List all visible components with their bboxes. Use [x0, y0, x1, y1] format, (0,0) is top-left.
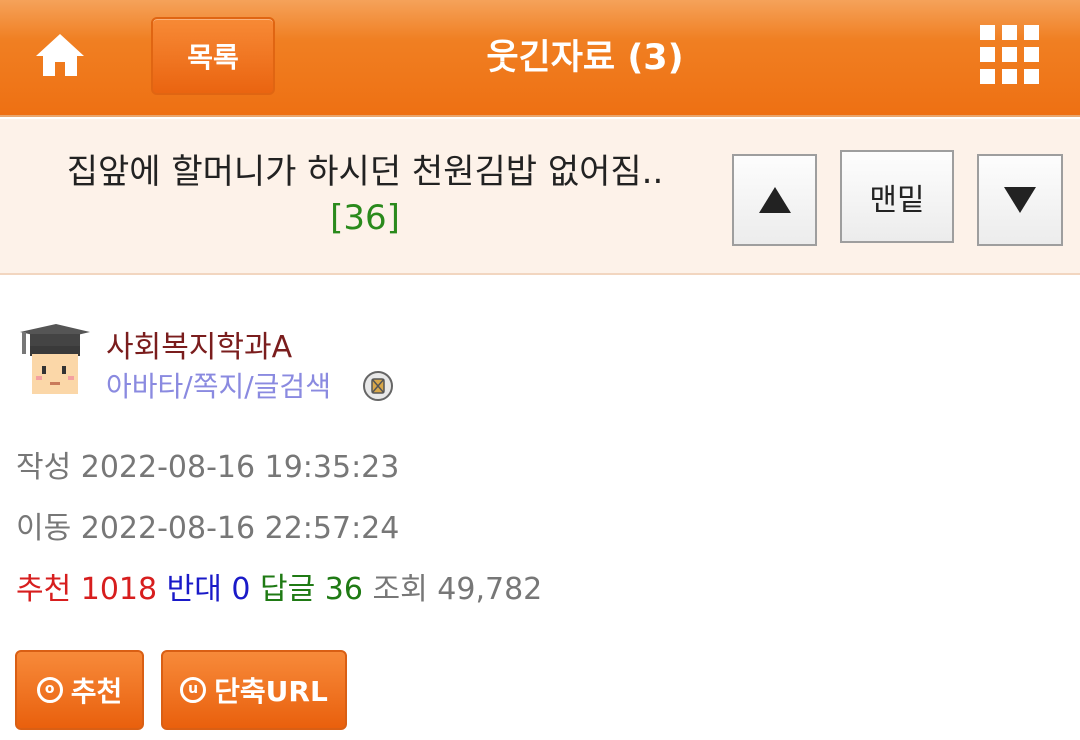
recommend-button-label: 추천 [70, 675, 123, 708]
home-icon[interactable] [30, 26, 90, 86]
reply-label: 답글 [260, 572, 316, 607]
post-title: 집앞에 할머니가 하시던 천원김밥 없어짐.. [36] [20, 149, 710, 241]
grid-menu-icon[interactable] [980, 25, 1040, 85]
post-stats: 추천 1018 반대 0 답글 36 조회 49,782 [16, 564, 542, 608]
written-date: 작성 2022-08-16 19:35:23 [16, 450, 400, 485]
scroll-up-button[interactable] [732, 154, 817, 246]
top-header: 목록 웃긴자료 (3) [0, 0, 1080, 117]
scroll-down-button[interactable] [977, 154, 1063, 246]
url-circle-icon: u [180, 677, 207, 703]
recommend-circle-icon: o [36, 677, 63, 703]
short-url-button-label: 단축URL [214, 675, 328, 708]
views-count: 49,782 [437, 572, 543, 607]
views-label: 조회 [372, 572, 428, 607]
oppose-label: 반대 [166, 572, 222, 607]
short-url-button[interactable]: u 단축URL [161, 650, 347, 730]
reply-count: [36] [330, 198, 400, 238]
recommend-label: 추천 [16, 572, 72, 607]
graduate-avatar-icon[interactable] [16, 322, 92, 398]
arrow-down-icon [1004, 187, 1036, 213]
oppose-count: 0 [231, 572, 251, 607]
reply-stat-count: 36 [324, 572, 363, 607]
recommend-button[interactable]: o 추천 [15, 650, 144, 730]
go-bottom-button[interactable]: 맨밑 [840, 150, 954, 243]
member-badge-icon [362, 370, 394, 402]
author-name[interactable]: 사회복지학과A [106, 322, 292, 366]
post-title-bar: 집앞에 할머니가 하시던 천원김밥 없어짐.. [36] 맨밑 [0, 119, 1080, 275]
post-title-text: 집앞에 할머니가 하시던 천원김밥 없어짐.. [66, 152, 664, 192]
board-title: 웃긴자료 (3) [486, 38, 684, 78]
recommend-count: 1018 [80, 572, 158, 607]
arrow-up-icon [758, 187, 791, 213]
moved-date: 이동 2022-08-16 22:57:24 [16, 511, 400, 546]
author-links[interactable]: 아바타/쪽지/글검색 [106, 365, 331, 405]
list-button[interactable]: 목록 [151, 17, 275, 95]
